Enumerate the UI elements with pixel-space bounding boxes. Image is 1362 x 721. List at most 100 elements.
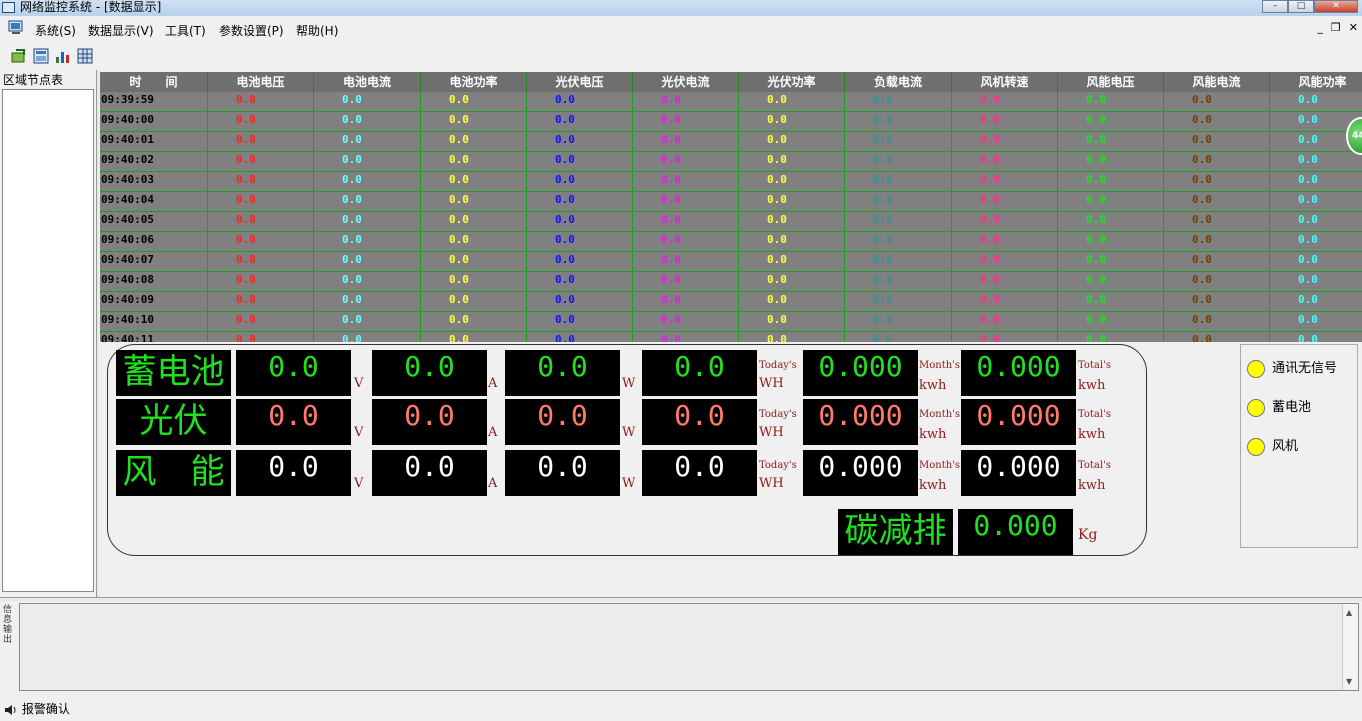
table-row[interactable]: 09:40:11 0.0 0.0 0.0 0.0 0.0 0.0 0.0 0.0 0.0 0.0 0.…: [100, 332, 1362, 342]
value-cell: 0.0: [1270, 292, 1362, 312]
today-label: Today's: [759, 460, 797, 471]
value-cell: 0.0: [739, 112, 845, 132]
chart-icon[interactable]: [54, 47, 72, 65]
column-header[interactable]: 光伏电压: [527, 72, 633, 92]
value-cell: 0.0: [845, 292, 952, 312]
v-unit: V: [354, 425, 364, 440]
value-cell: 0.0: [208, 92, 314, 112]
table-row[interactable]: 09:40:04 0.0 0.0 0.0 0.0 0.0 0.0 0.0 0.0 0.0 0.0 0.…: [100, 192, 1362, 212]
table-row[interactable]: 09:40:00 0.0 0.0 0.0 0.0 0.0 0.0 0.0 0.0 0.0 0.0 0.…: [100, 112, 1362, 132]
value-cell: 0.0: [1270, 172, 1362, 192]
log-scrollbar[interactable]: ▲ ▼: [1342, 604, 1358, 690]
table-row[interactable]: 09:39:59 0.0 0.0 0.0 0.0 0.0 0.0 0.0 0.0 0.0 0.0 0.…: [100, 92, 1362, 112]
report-icon[interactable]: [32, 47, 50, 65]
maximize-button[interactable]: □: [1288, 0, 1314, 13]
value-cell: 0.0: [1270, 92, 1362, 112]
table-row[interactable]: 09:40:10 0.0 0.0 0.0 0.0 0.0 0.0 0.0 0.0 0.0 0.0 0.…: [100, 312, 1362, 332]
value-cell: 0.0: [314, 212, 421, 232]
table-row[interactable]: 09:40:01 0.0 0.0 0.0 0.0 0.0 0.0 0.0 0.0 0.0 0.0 0.…: [100, 132, 1362, 152]
value-cell: 0.0: [952, 92, 1058, 112]
p-display: 0.0: [642, 399, 757, 445]
source-label: 光伏: [116, 399, 231, 445]
window-titlebar[interactable]: 网络监控系统 - [数据显示] – □ ✕: [0, 0, 1362, 16]
month-label: Month's: [919, 360, 961, 371]
table-row[interactable]: 09:40:08 0.0 0.0 0.0 0.0 0.0 0.0 0.0 0.0 0.0 0.0 0.…: [100, 272, 1362, 292]
month-label: Month's: [919, 460, 961, 471]
today-display: 0.000: [803, 399, 918, 445]
computer-icon[interactable]: [8, 20, 24, 36]
menu-data-display[interactable]: 数据显示(V): [88, 22, 154, 39]
open-icon[interactable]: [10, 47, 28, 65]
value-cell: 0.0: [527, 232, 633, 252]
value-cell: 0.0: [739, 172, 845, 192]
menu-system[interactable]: 系统(S): [35, 22, 76, 39]
value-cell: 0.0: [1058, 152, 1164, 172]
table-row[interactable]: 09:40:05 0.0 0.0 0.0 0.0 0.0 0.0 0.0 0.0 0.0 0.0 0.…: [100, 212, 1362, 232]
v-display: 0.0: [236, 399, 351, 445]
mdi-controls: _ ❐ ✕: [1317, 21, 1358, 34]
close-button[interactable]: ✕: [1314, 0, 1358, 13]
carbon-unit: Kg: [1078, 527, 1098, 543]
column-header[interactable]: 光伏功率: [739, 72, 845, 92]
alarm-confirm-button[interactable]: 报警确认: [4, 700, 70, 717]
menu-help[interactable]: 帮助(H): [296, 22, 338, 39]
column-header[interactable]: 风能电流: [1164, 72, 1270, 92]
today-display: 0.000: [803, 350, 918, 396]
info-output-log[interactable]: ▲ ▼: [19, 603, 1359, 691]
value-cell: 0.0: [527, 92, 633, 112]
value-cell: 0.0: [633, 332, 739, 342]
table-row[interactable]: 09:40:09 0.0 0.0 0.0 0.0 0.0 0.0 0.0 0.0 0.0 0.0 0.…: [100, 292, 1362, 312]
app-icon: [2, 2, 15, 13]
value-cell: 0.0: [952, 272, 1058, 292]
table-row[interactable]: 09:40:07 0.0 0.0 0.0 0.0 0.0 0.0 0.0 0.0 0.0 0.0 0.…: [100, 252, 1362, 272]
column-header[interactable]: 光伏电流: [633, 72, 739, 92]
grid-icon[interactable]: [76, 47, 94, 65]
value-cell: 0.0: [739, 212, 845, 232]
scroll-up-icon[interactable]: ▲: [1346, 608, 1352, 617]
value-cell: 0.0: [1164, 332, 1270, 342]
value-cell: 0.0: [1164, 272, 1270, 292]
a-display: 0.0: [372, 350, 487, 396]
menu-tools[interactable]: 工具(T): [165, 22, 206, 39]
value-cell: 0.0: [314, 272, 421, 292]
value-cell: 0.0: [421, 312, 527, 332]
menubar: 系统(S) 数据显示(V) 工具(T) 参数设置(P) 帮助(H) _ ❐ ✕: [0, 18, 1362, 40]
column-header[interactable]: 风能功率: [1270, 72, 1362, 92]
mdi-minimize-button[interactable]: _: [1317, 21, 1323, 34]
table-row[interactable]: 09:40:03 0.0 0.0 0.0 0.0 0.0 0.0 0.0 0.0 0.0 0.0 0.…: [100, 172, 1362, 192]
value-cell: 0.0: [845, 332, 952, 342]
value-cell: 0.0: [845, 212, 952, 232]
column-header[interactable]: 风机转速: [952, 72, 1058, 92]
scroll-down-icon[interactable]: ▼: [1346, 677, 1352, 686]
data-grid[interactable]: 时 间电池电压 电池电流 电池功率 光伏电压 光伏电流 光伏功率 负载电流 风机转速 风能电压风…: [100, 72, 1362, 342]
minimize-button[interactable]: –: [1262, 0, 1288, 13]
vertical-splitter[interactable]: [96, 70, 99, 597]
column-header[interactable]: 负载电流: [845, 72, 952, 92]
value-cell: 0.0: [952, 292, 1058, 312]
table-row[interactable]: 09:40:06 0.0 0.0 0.0 0.0 0.0 0.0 0.0 0.0 0.0 0.0 0.…: [100, 232, 1362, 252]
column-header[interactable]: 时 间: [100, 72, 208, 92]
value-cell: 0.0: [1164, 232, 1270, 252]
value-cell: 0.0: [739, 152, 845, 172]
value-cell: 0.0: [845, 112, 952, 132]
column-header[interactable]: 电池功率: [421, 72, 527, 92]
mdi-restore-button[interactable]: ❐: [1331, 21, 1341, 34]
value-cell: 0.0: [208, 232, 314, 252]
menu-parameter-settings[interactable]: 参数设置(P): [219, 22, 284, 39]
value-cell: 0.0: [421, 92, 527, 112]
value-cell: 0.0: [1164, 132, 1270, 152]
value-cell: 0.0: [739, 192, 845, 212]
mdi-close-button[interactable]: ✕: [1349, 21, 1358, 34]
table-row[interactable]: 09:40:02 0.0 0.0 0.0 0.0 0.0 0.0 0.0 0.0 0.0 0.0 0.…: [100, 152, 1362, 172]
value-cell: 0.0: [739, 312, 845, 332]
value-cell: 0.0: [421, 132, 527, 152]
value-cell: 0.0: [1270, 232, 1362, 252]
column-header[interactable]: 风能电压: [1058, 72, 1164, 92]
value-cell: 0.0: [845, 172, 952, 192]
region-node-tree[interactable]: [2, 89, 94, 592]
column-header[interactable]: 电池电压: [208, 72, 314, 92]
column-header[interactable]: 电池电流: [314, 72, 421, 92]
value-cell: 0.0: [633, 212, 739, 232]
value-cell: 0.0: [739, 232, 845, 252]
value-cell: 0.0: [1058, 312, 1164, 332]
